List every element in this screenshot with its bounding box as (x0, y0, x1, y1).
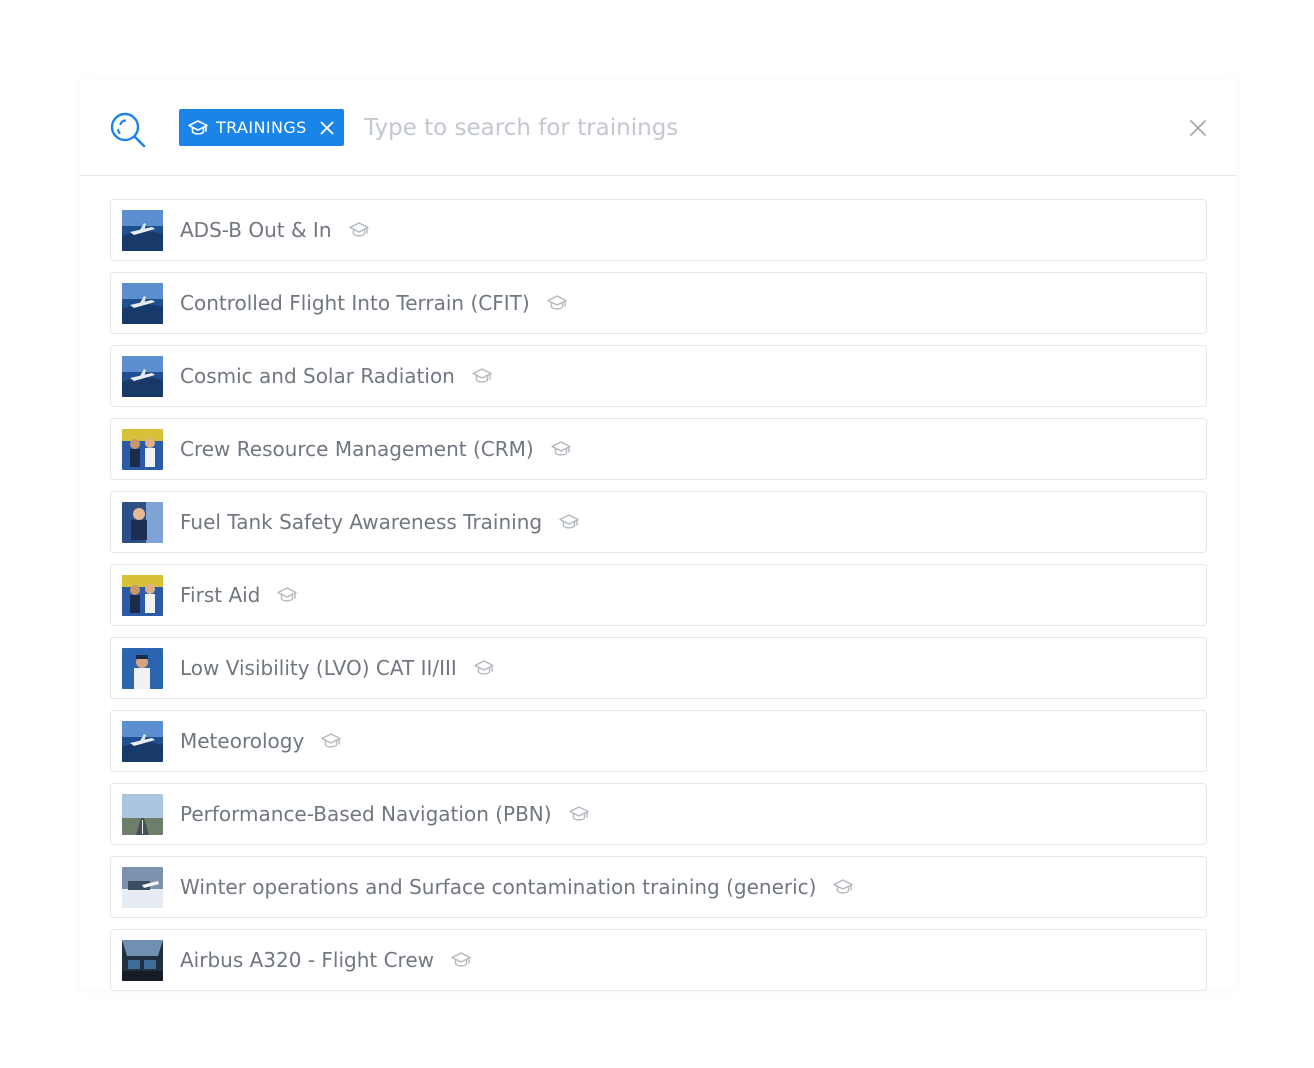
result-title: Performance-Based Navigation (PBN) (180, 802, 552, 826)
result-title: Crew Resource Management (CRM) (180, 437, 534, 461)
result-title: Meteorology (180, 729, 305, 753)
result-item[interactable]: ADS-B Out & In (110, 199, 1207, 261)
result-title: First Aid (180, 583, 261, 607)
technician-thumbnail (122, 501, 163, 543)
results-list: ADS-B Out & In Controlled Flight Into Te… (110, 199, 1207, 1002)
crew-thumbnail-image (122, 428, 163, 470)
crew-thumbnail (122, 574, 163, 616)
airport-thumbnail (122, 866, 163, 908)
airport-thumbnail-image (122, 866, 163, 908)
aircraft-thumbnail (122, 282, 163, 324)
graduation-cap-icon (559, 514, 579, 529)
aircraft-thumbnail-image (122, 209, 163, 251)
result-title: Cosmic and Solar Radiation (180, 364, 455, 388)
aircraft-thumbnail-image (122, 282, 163, 324)
graduation-cap-icon (568, 806, 589, 821)
graduation-cap-icon (348, 222, 369, 237)
filter-chip-trainings[interactable]: TRAININGS (179, 109, 344, 146)
runway-thumbnail-image (122, 793, 163, 835)
aircraft-thumbnail (122, 355, 163, 397)
aircraft-thumbnail (122, 209, 163, 251)
graduation-cap-icon (474, 660, 494, 675)
technician-thumbnail-image (122, 501, 163, 543)
pilot-thumbnail (122, 647, 163, 689)
graduation-cap-icon (188, 119, 208, 135)
graduation-cap-icon (472, 368, 492, 383)
result-title: Winter operations and Surface contaminat… (180, 875, 817, 899)
search-bar: TRAININGS (80, 79, 1236, 176)
result-item[interactable]: Low Visibility (LVO) CAT II/III (110, 637, 1207, 699)
runway-thumbnail (122, 793, 163, 835)
result-item[interactable]: Controlled Flight Into Terrain (CFIT) (110, 272, 1207, 334)
filter-chip-label: TRAININGS (216, 118, 307, 137)
result-item[interactable]: Cosmic and Solar Radiation (110, 345, 1207, 407)
close-icon[interactable] (320, 121, 334, 135)
result-title: Controlled Flight Into Terrain (CFIT) (180, 291, 530, 315)
result-item[interactable]: Meteorology (110, 710, 1207, 772)
aircraft-thumbnail-image (122, 720, 163, 762)
result-title: ADS-B Out & In (180, 218, 332, 242)
graduation-cap-icon (833, 879, 854, 894)
cockpit-thumbnail-image (122, 939, 163, 981)
result-item[interactable]: Winter operations and Surface contaminat… (110, 856, 1207, 918)
result-item[interactable]: Airbus A320 - Flight Crew (110, 929, 1207, 991)
aircraft-thumbnail (122, 720, 163, 762)
graduation-cap-icon (277, 587, 298, 602)
result-item[interactable]: Fuel Tank Safety Awareness Training (110, 491, 1207, 553)
clear-search-icon[interactable] (1189, 119, 1207, 137)
search-input[interactable] (364, 107, 1144, 149)
search-panel: TRAININGS ADS-B Out & In Controlled Flig… (80, 79, 1236, 991)
result-item[interactable]: Crew Resource Management (CRM) (110, 418, 1207, 480)
result-item[interactable]: Performance-Based Navigation (PBN) (110, 783, 1207, 845)
graduation-cap-icon (321, 733, 341, 748)
crew-thumbnail (122, 428, 163, 470)
crew-thumbnail-image (122, 574, 163, 616)
aircraft-thumbnail-image (122, 355, 163, 397)
result-item[interactable]: First Aid (110, 564, 1207, 626)
graduation-cap-icon (546, 295, 567, 310)
result-title: Fuel Tank Safety Awareness Training (180, 510, 543, 534)
search-icon[interactable] (108, 111, 148, 151)
pilot-thumbnail-image (122, 647, 163, 689)
graduation-cap-icon (451, 952, 471, 967)
graduation-cap-icon (550, 441, 571, 456)
cockpit-thumbnail (122, 939, 163, 981)
result-title: Airbus A320 - Flight Crew (180, 948, 434, 972)
result-title: Low Visibility (LVO) CAT II/III (180, 656, 457, 680)
